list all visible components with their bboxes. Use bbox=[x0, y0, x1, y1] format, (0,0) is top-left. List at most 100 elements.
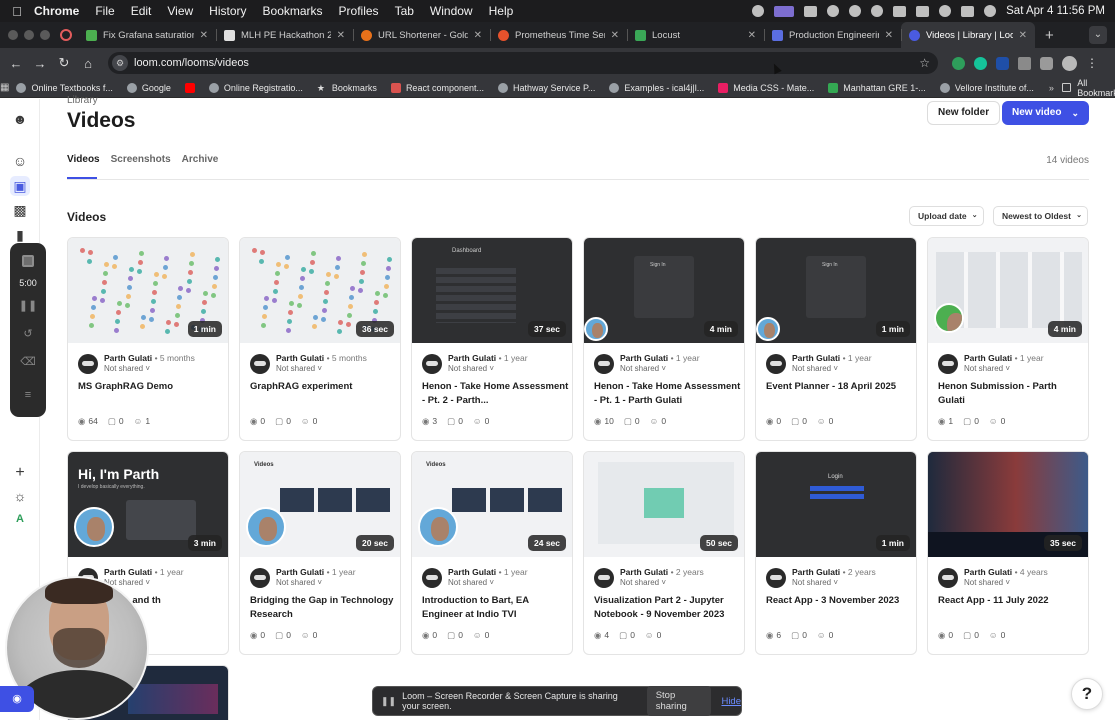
video-thumbnail[interactable]: Login 1 min bbox=[756, 452, 916, 557]
siri-icon[interactable] bbox=[984, 5, 997, 17]
tab-mlh[interactable]: MLH PE Hackathon 2026 ✕ bbox=[216, 22, 353, 48]
tab-grafana[interactable]: Fix Grafana saturation p ✕ bbox=[78, 22, 216, 48]
share-status-dropdown[interactable]: Not shared ˅ bbox=[792, 578, 838, 587]
grammarly-icon[interactable] bbox=[827, 5, 840, 17]
extension-green-icon[interactable] bbox=[952, 56, 965, 70]
stop-recording-icon[interactable] bbox=[22, 255, 34, 267]
back-arrow-icon[interactable]: ← bbox=[4, 56, 28, 71]
wifi-icon[interactable] bbox=[893, 5, 907, 17]
video-thumbnail[interactable]: Sign In 4 min bbox=[584, 238, 744, 343]
owner-avatar[interactable] bbox=[938, 568, 958, 588]
profile-icon[interactable]: ☺ bbox=[10, 151, 30, 171]
all-bookmarks[interactable]: All Bookmarks bbox=[1061, 78, 1115, 98]
video-card[interactable]: Sign In 4 min Parth Gulati • 1 year Not sha… bbox=[583, 237, 745, 441]
share-status-dropdown[interactable]: Not shared ˅ bbox=[964, 364, 1010, 373]
owner-avatar[interactable] bbox=[250, 354, 270, 374]
menu-bookmarks[interactable]: Bookmarks bbox=[255, 4, 331, 18]
tab-loom-videos[interactable]: Videos | Library | Loo ✕ bbox=[901, 22, 1035, 48]
apple-icon[interactable]:  bbox=[0, 4, 34, 19]
help-button[interactable]: ? bbox=[1071, 678, 1103, 710]
pinned-tab-icon[interactable] bbox=[60, 29, 72, 41]
reload-icon[interactable]: ↻ bbox=[52, 55, 76, 71]
video-thumbnail[interactable]: 50 sec bbox=[584, 452, 744, 557]
owner-avatar[interactable] bbox=[766, 354, 786, 374]
audio-bars-icon[interactable] bbox=[804, 5, 818, 17]
video-title[interactable]: Henon - Take Home Assessment - Pt. 1 - P… bbox=[594, 380, 742, 408]
menu-app-name[interactable]: Chrome bbox=[34, 4, 87, 18]
video-title[interactable]: Introduction to Bart, EA Engineer at Ind… bbox=[422, 594, 570, 622]
share-status-dropdown[interactable]: Not shared ˅ bbox=[448, 364, 494, 373]
owner-avatar[interactable] bbox=[422, 354, 442, 374]
bookmark-item[interactable]: Online Registratio... bbox=[202, 82, 310, 93]
music-icon[interactable] bbox=[871, 5, 884, 17]
close-tab-icon[interactable]: ✕ bbox=[474, 30, 482, 41]
share-status-dropdown[interactable]: Not shared ˅ bbox=[104, 364, 150, 373]
stop-sharing-button[interactable]: Stop sharing bbox=[646, 686, 712, 716]
video-title[interactable]: Henon - Take Home Assessment - Pt. 2 - P… bbox=[422, 380, 570, 408]
menu-help[interactable]: Help bbox=[481, 4, 522, 18]
mic-status-icon[interactable] bbox=[752, 5, 765, 17]
video-thumbnail[interactable]: Dashboard 37 sec bbox=[412, 238, 572, 343]
hide-sharing-bar-link[interactable]: Hide bbox=[721, 696, 741, 707]
apps-grid-icon[interactable]: ▦ bbox=[0, 82, 9, 93]
video-card[interactable]: Videos 20 sec Parth Gulati • 1 year Not sha… bbox=[239, 451, 401, 655]
video-title[interactable]: GraphRAG experiment bbox=[250, 380, 398, 394]
more-bookmarks-chevron-icon[interactable]: » bbox=[1041, 83, 1062, 93]
menu-profiles[interactable]: Profiles bbox=[331, 4, 387, 18]
minimize-window-icon[interactable] bbox=[24, 30, 34, 40]
video-title[interactable]: React App - 11 July 2022 bbox=[938, 594, 1086, 608]
screen-recording-icon[interactable] bbox=[774, 5, 795, 17]
tab-videos[interactable]: Videos bbox=[67, 154, 100, 165]
calendar-icon[interactable]: ▩ bbox=[10, 200, 30, 220]
url-text[interactable]: loom.com/looms/videos bbox=[134, 57, 249, 69]
video-thumbnail[interactable]: 35 sec bbox=[928, 452, 1088, 557]
vue-extension-icon[interactable] bbox=[1018, 56, 1031, 70]
video-card[interactable]: Login 1 min Parth Gulati • 2 years Not shar… bbox=[755, 451, 917, 655]
extensions-puzzle-icon[interactable] bbox=[1040, 56, 1053, 70]
video-thumbnail[interactable]: 1 min bbox=[68, 238, 228, 343]
add-person-icon[interactable]: ☻ bbox=[10, 109, 30, 129]
owner-name[interactable]: Parth Gulati bbox=[104, 567, 152, 577]
video-thumbnail[interactable]: Sign In 1 min bbox=[756, 238, 916, 343]
battery-icon[interactable] bbox=[916, 5, 930, 17]
menu-view[interactable]: View bbox=[159, 4, 201, 18]
bookmark-star-icon[interactable]: ☆ bbox=[919, 56, 930, 70]
video-thumbnail[interactable]: Videos 20 sec bbox=[240, 452, 400, 557]
video-card[interactable]: Videos 24 sec Parth Gulati • 1 year Not sha… bbox=[411, 451, 573, 655]
video-title[interactable]: MS GraphRAG Demo bbox=[78, 380, 226, 394]
forward-arrow-icon[interactable]: → bbox=[28, 56, 52, 71]
owner-name[interactable]: Parth Gulati bbox=[276, 353, 324, 363]
video-card[interactable]: 4 min Parth Gulati • 1 year Not shared ˅ He… bbox=[927, 237, 1089, 441]
site-info-icon[interactable]: ⚙ bbox=[112, 55, 128, 71]
close-tab-icon[interactable]: ✕ bbox=[200, 30, 208, 41]
owner-name[interactable]: Parth Gulati bbox=[448, 353, 496, 363]
share-status-dropdown[interactable]: Not shared ˅ bbox=[964, 578, 1010, 587]
video-title[interactable]: React App - 3 November 2023 bbox=[766, 594, 914, 608]
bookmark-item[interactable]: Online Textbooks f... bbox=[9, 82, 119, 93]
video-card[interactable]: 35 sec Parth Gulati • 4 years Not shared ˅… bbox=[927, 451, 1089, 655]
tab-archive[interactable]: Archive bbox=[182, 154, 219, 165]
close-tab-icon[interactable]: ✕ bbox=[337, 30, 345, 41]
share-status-dropdown[interactable]: Not shared ˅ bbox=[276, 364, 322, 373]
video-card[interactable]: Sign In 1 min Parth Gulati • 1 year Not sha… bbox=[755, 237, 917, 441]
owner-name[interactable]: Parth Gulati bbox=[620, 567, 668, 577]
owner-avatar[interactable] bbox=[422, 568, 442, 588]
owner-name[interactable]: Parth Gulati bbox=[620, 353, 668, 363]
breadcrumb[interactable]: Library bbox=[67, 95, 98, 106]
video-title[interactable]: Event Planner - 18 April 2025 bbox=[766, 380, 914, 394]
address-bar[interactable]: ⚙ loom.com/looms/videos ☆ bbox=[108, 52, 938, 74]
owner-avatar[interactable] bbox=[766, 568, 786, 588]
bookmark-item[interactable]: Google bbox=[120, 82, 178, 93]
close-tab-icon[interactable]: ✕ bbox=[1019, 30, 1027, 41]
menu-tab[interactable]: Tab bbox=[387, 4, 422, 18]
restart-icon[interactable]: ↺ bbox=[10, 327, 46, 340]
bookmark-item[interactable]: Examples - ical4j|l... bbox=[602, 82, 711, 93]
spotlight-icon[interactable] bbox=[939, 5, 952, 17]
menu-file[interactable]: File bbox=[87, 4, 122, 18]
owner-name[interactable]: Parth Gulati bbox=[964, 567, 1012, 577]
integrations-icon[interactable]: ☼ bbox=[10, 486, 30, 506]
bookmark-item-youtube[interactable] bbox=[178, 82, 202, 93]
video-title[interactable]: Visualization Part 2 - Jupyter Notebook … bbox=[594, 594, 742, 622]
tab-url-shortener[interactable]: URL Shortener - Golden ✕ bbox=[353, 22, 490, 48]
tab-screenshots[interactable]: Screenshots bbox=[111, 154, 171, 165]
